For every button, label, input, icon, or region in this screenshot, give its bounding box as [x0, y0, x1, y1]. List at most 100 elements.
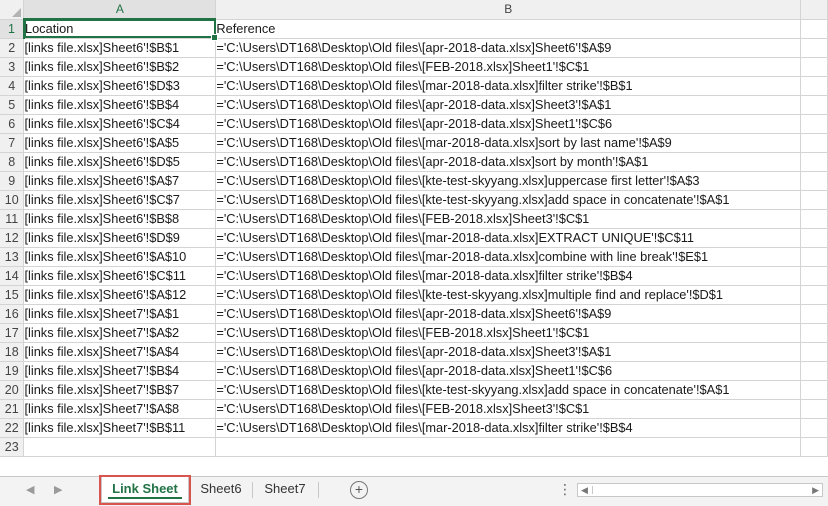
cell-grid[interactable]: A B 1 Location Reference 2 [links file.xlsx]…: [0, 0, 828, 457]
cell-empty[interactable]: [800, 437, 828, 457]
column-header-b[interactable]: B: [215, 0, 802, 20]
row-header[interactable]: 8: [0, 152, 25, 172]
cell-empty[interactable]: [800, 247, 828, 267]
active-cell-a1[interactable]: Location: [23, 19, 219, 41]
row-header[interactable]: 16: [0, 304, 25, 324]
row-header[interactable]: 21: [0, 399, 25, 419]
cell-location[interactable]: [links file.xlsx]Sheet7'!$A$4: [23, 342, 217, 362]
cell-empty[interactable]: [800, 228, 828, 248]
cell-empty[interactable]: [800, 190, 828, 210]
cell-reference[interactable]: ='C:\Users\DT168\Desktop\Old files\[mar-…: [215, 266, 802, 286]
row-header[interactable]: 4: [0, 76, 25, 96]
cell-location[interactable]: [links file.xlsx]Sheet7'!$A$2: [23, 323, 217, 343]
row-header[interactable]: 14: [0, 266, 25, 286]
fill-handle[interactable]: [211, 33, 219, 41]
row-header[interactable]: 22: [0, 418, 25, 438]
horizontal-scrollbar[interactable]: ◀ ▶: [577, 483, 823, 497]
row-header[interactable]: 2: [0, 38, 25, 58]
cell-location[interactable]: [23, 437, 217, 457]
cell-location[interactable]: [links file.xlsx]Sheet7'!$B$7: [23, 380, 217, 400]
cell-empty[interactable]: [800, 19, 828, 39]
cell-reference[interactable]: ='C:\Users\DT168\Desktop\Old files\[mar-…: [215, 228, 802, 248]
cell-empty[interactable]: [800, 285, 828, 305]
row-header[interactable]: 20: [0, 380, 25, 400]
row-header[interactable]: 11: [0, 209, 25, 229]
cell-reference[interactable]: Reference: [215, 19, 802, 39]
cell-empty[interactable]: [800, 76, 828, 96]
row-header[interactable]: 19: [0, 361, 25, 381]
cell-location[interactable]: [links file.xlsx]Sheet6'!$A$5: [23, 133, 217, 153]
cell-reference[interactable]: ='C:\Users\DT168\Desktop\Old files\[FEB-…: [215, 209, 802, 229]
tab-sheet6[interactable]: Sheet6: [190, 477, 252, 503]
cell-empty[interactable]: [800, 114, 828, 134]
cell-reference[interactable]: ='C:\Users\DT168\Desktop\Old files\[kte-…: [215, 285, 802, 305]
cell-location[interactable]: [links file.xlsx]Sheet7'!$B$4: [23, 361, 217, 381]
row-header[interactable]: 12: [0, 228, 25, 248]
tab-scroll-right-icon[interactable]: ▶: [54, 483, 62, 496]
cell-reference[interactable]: ='C:\Users\DT168\Desktop\Old files\[apr-…: [215, 342, 802, 362]
cell-reference[interactable]: ='C:\Users\DT168\Desktop\Old files\[apr-…: [215, 304, 802, 324]
cell-empty[interactable]: [800, 95, 828, 115]
cell-reference[interactable]: ='C:\Users\DT168\Desktop\Old files\[FEB-…: [215, 57, 802, 77]
cell-location[interactable]: [links file.xlsx]Sheet6'!$B$2: [23, 57, 217, 77]
tab-link-sheet[interactable]: Link Sheet: [101, 477, 189, 503]
cell-location[interactable]: [links file.xlsx]Sheet6'!$A$10: [23, 247, 217, 267]
cell-empty[interactable]: [800, 209, 828, 229]
cell-location[interactable]: [links file.xlsx]Sheet7'!$A$1: [23, 304, 217, 324]
cell-location[interactable]: [links file.xlsx]Sheet6'!$C$7: [23, 190, 217, 210]
cell-reference[interactable]: ='C:\Users\DT168\Desktop\Old files\[kte-…: [215, 190, 802, 210]
cell-reference[interactable]: ='C:\Users\DT168\Desktop\Old files\[apr-…: [215, 152, 802, 172]
cell-empty[interactable]: [800, 342, 828, 362]
scrollbar-thumb[interactable]: [592, 486, 593, 494]
cell-empty[interactable]: [800, 418, 828, 438]
column-header-c[interactable]: [800, 0, 828, 20]
tab-sheet7[interactable]: Sheet7: [253, 477, 317, 503]
cell-location[interactable]: [links file.xlsx]Sheet6'!$C$4: [23, 114, 217, 134]
cell-location[interactable]: [links file.xlsx]Sheet6'!$B$4: [23, 95, 217, 115]
cell-reference[interactable]: ='C:\Users\DT168\Desktop\Old files\[apr-…: [215, 114, 802, 134]
more-options-icon[interactable]: ⋮: [558, 481, 572, 498]
add-sheet-button[interactable]: +: [350, 481, 368, 499]
worksheet-area[interactable]: A B 1 Location Reference 2 [links file.xlsx]…: [0, 0, 828, 476]
cell-location[interactable]: [links file.xlsx]Sheet6'!$C$11: [23, 266, 217, 286]
cell-location[interactable]: [links file.xlsx]Sheet6'!$A$7: [23, 171, 217, 191]
row-header[interactable]: 5: [0, 95, 25, 115]
row-header[interactable]: 9: [0, 171, 25, 191]
row-header[interactable]: 1: [0, 19, 25, 39]
row-header[interactable]: 6: [0, 114, 25, 134]
cell-reference[interactable]: ='C:\Users\DT168\Desktop\Old files\[apr-…: [215, 38, 802, 58]
cell-location[interactable]: [links file.xlsx]Sheet6'!$B$1: [23, 38, 217, 58]
row-header[interactable]: 7: [0, 133, 25, 153]
tab-scroll-left-icon[interactable]: ◀: [26, 483, 34, 496]
cell-location[interactable]: [links file.xlsx]Sheet6'!$B$8: [23, 209, 217, 229]
row-header[interactable]: 3: [0, 57, 25, 77]
cell-reference[interactable]: ='C:\Users\DT168\Desktop\Old files\[kte-…: [215, 171, 802, 191]
cell-reference[interactable]: ='C:\Users\DT168\Desktop\Old files\[apr-…: [215, 95, 802, 115]
cell-reference[interactable]: ='C:\Users\DT168\Desktop\Old files\[FEB-…: [215, 399, 802, 419]
cell-reference[interactable]: ='C:\Users\DT168\Desktop\Old files\[mar-…: [215, 133, 802, 153]
cell-empty[interactable]: [800, 323, 828, 343]
row-header[interactable]: 15: [0, 285, 25, 305]
cell-empty[interactable]: [800, 57, 828, 77]
cell-empty[interactable]: [800, 361, 828, 381]
cell-reference[interactable]: [215, 437, 802, 457]
row-header[interactable]: 23: [0, 437, 25, 457]
cell-empty[interactable]: [800, 266, 828, 286]
row-header[interactable]: 13: [0, 247, 25, 267]
cell-reference[interactable]: ='C:\Users\DT168\Desktop\Old files\[mar-…: [215, 76, 802, 96]
row-header[interactable]: 10: [0, 190, 25, 210]
cell-location[interactable]: [links file.xlsx]Sheet6'!$D$3: [23, 76, 217, 96]
cell-location[interactable]: [links file.xlsx]Sheet7'!$B$11: [23, 418, 217, 438]
cell-reference[interactable]: ='C:\Users\DT168\Desktop\Old files\[apr-…: [215, 361, 802, 381]
cell-reference[interactable]: ='C:\Users\DT168\Desktop\Old files\[kte-…: [215, 380, 802, 400]
cell-empty[interactable]: [800, 38, 828, 58]
cell-empty[interactable]: [800, 380, 828, 400]
scroll-left-arrow-icon[interactable]: ◀: [581, 484, 588, 496]
cell-empty[interactable]: [800, 133, 828, 153]
select-all-corner[interactable]: [0, 0, 25, 20]
cell-empty[interactable]: [800, 304, 828, 324]
row-header[interactable]: 17: [0, 323, 25, 343]
row-header[interactable]: 18: [0, 342, 25, 362]
cell-empty[interactable]: [800, 171, 828, 191]
cell-reference[interactable]: ='C:\Users\DT168\Desktop\Old files\[FEB-…: [215, 323, 802, 343]
